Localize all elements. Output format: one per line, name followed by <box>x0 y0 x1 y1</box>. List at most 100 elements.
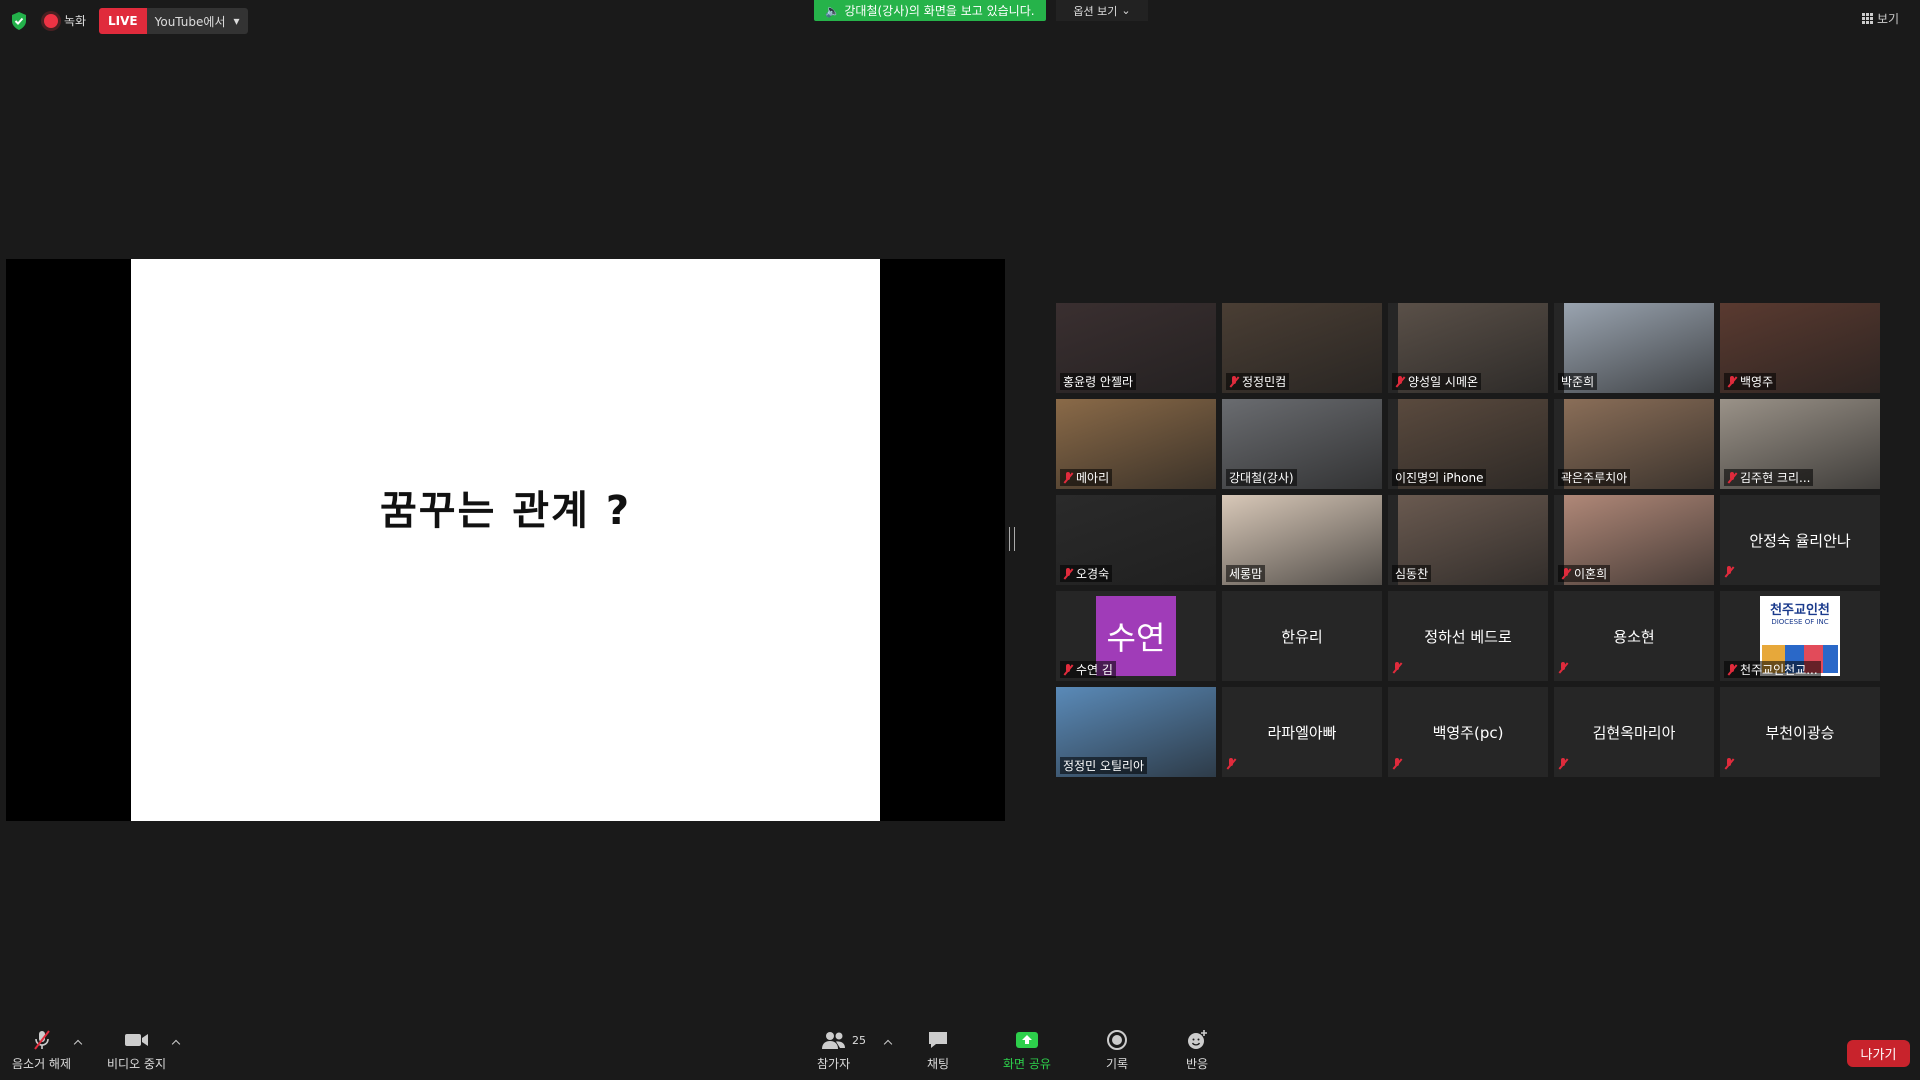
mute-status <box>1558 662 1568 678</box>
participant-tile[interactable]: 김주현 크리... <box>1720 399 1880 489</box>
participant-name: 김주현 크리... <box>1740 471 1811 485</box>
participant-tile[interactable]: 정정민 오틸리아 <box>1056 687 1216 777</box>
live-target-label: YouTube에서 <box>154 14 226 29</box>
audio-options-caret-icon[interactable] <box>74 1038 82 1046</box>
mic-muted-icon <box>1727 663 1737 676</box>
participant-tile[interactable]: 용소현 <box>1554 591 1714 681</box>
recording-indicator[interactable]: 녹화 <box>44 12 86 29</box>
participant-tile[interactable]: 홍윤령 안젤라 <box>1056 303 1216 393</box>
panel-resize-handle[interactable] <box>1009 527 1015 551</box>
record-button[interactable]: 기록 <box>1106 1028 1128 1072</box>
participant-name: 김현옥마리아 <box>1592 723 1676 742</box>
participants-button[interactable]: 참가자 <box>817 1028 850 1072</box>
participant-name-label: 메아리 <box>1060 469 1113 486</box>
leave-meeting-button[interactable]: 나가기 <box>1847 1040 1910 1067</box>
participant-tile[interactable]: 메아리 <box>1056 399 1216 489</box>
share-screen-button[interactable]: 화면 공유 <box>1003 1028 1051 1072</box>
participant-tile[interactable]: 박준희 <box>1554 303 1714 393</box>
participant-name: 안정숙 율리안나 <box>1749 531 1851 550</box>
participant-tile[interactable]: 김현옥마리아 <box>1554 687 1714 777</box>
participant-name: 천주교인천교... <box>1740 663 1818 677</box>
participant-tile[interactable]: 심동찬 <box>1388 495 1548 585</box>
participant-tile[interactable]: 양성일 시메온 <box>1388 303 1548 393</box>
share-screen-label: 화면 공유 <box>1003 1057 1051 1071</box>
mic-muted-icon <box>1392 758 1402 770</box>
participant-name: 정정민 오틸리아 <box>1063 759 1145 773</box>
participant-tile[interactable]: 오경숙 <box>1056 495 1216 585</box>
mic-muted-icon <box>1063 567 1073 580</box>
record-dot-icon <box>44 13 58 28</box>
participant-name: 한유리 <box>1281 627 1323 646</box>
live-badge: LIVE <box>99 8 147 34</box>
participant-name-label: 홍윤령 안젤라 <box>1060 373 1137 390</box>
unmute-label: 음소거 해제 <box>12 1057 72 1071</box>
participant-tile[interactable]: 정하선 베드로 <box>1388 591 1548 681</box>
participant-tile[interactable]: 이진명의 iPhone <box>1388 399 1548 489</box>
view-options-label: 옵션 보기 <box>1073 4 1118 18</box>
recording-label: 녹화 <box>64 14 87 28</box>
chat-button[interactable]: 채팅 <box>926 1028 950 1072</box>
mic-muted-icon <box>1561 567 1571 580</box>
participant-name: 박준희 <box>1561 375 1595 389</box>
video-camera-icon <box>124 1028 150 1052</box>
mic-muted-icon <box>1558 758 1568 770</box>
participant-tile[interactable]: 이혼희 <box>1554 495 1714 585</box>
view-layout-label: 보기 <box>1877 12 1900 26</box>
participant-tile[interactable]: 정정민컴 <box>1222 303 1382 393</box>
participant-name-label: 김주현 크리... <box>1724 469 1814 486</box>
mute-status <box>1392 662 1402 678</box>
participant-name-label: 세롱맘 <box>1226 565 1266 582</box>
view-options-button[interactable]: 옵션 보기 ⌄ <box>1056 0 1148 21</box>
participant-tile[interactable]: 한유리 <box>1222 591 1382 681</box>
view-layout-button[interactable]: 보기 <box>1862 10 1899 27</box>
participant-tile[interactable]: 부천이광승 <box>1720 687 1880 777</box>
participant-name: 라파엘아빠 <box>1267 723 1337 742</box>
unmute-button[interactable]: 음소거 해제 <box>12 1028 71 1072</box>
chat-bubble-icon <box>926 1028 950 1052</box>
live-target-dropdown[interactable]: YouTube에서 ▾ <box>146 8 248 34</box>
participant-name-label: 이진명의 iPhone <box>1392 469 1487 486</box>
logo-title: 천주교인천 <box>1770 603 1830 618</box>
emoji-reaction-icon <box>1185 1028 1209 1052</box>
gallery-grid-icon <box>1862 13 1873 24</box>
participant-name: 백영주 <box>1740 375 1774 389</box>
participant-name-label: 박준희 <box>1558 373 1598 390</box>
reactions-label: 반응 <box>1185 1057 1209 1071</box>
slide-title: 꿈꾸는 관계 ? <box>379 488 632 534</box>
video-options-caret-icon[interactable] <box>172 1038 180 1046</box>
participant-gallery: 홍윤령 안젤라 정정민컴 양성일 시메온 박준희 백영주메아리 강대철(강사) 이진명의 i… <box>1056 303 1881 777</box>
mic-muted-icon <box>30 1028 54 1052</box>
participant-tile[interactable]: 강대철(강사) <box>1222 399 1382 489</box>
participant-name-label: 정정민 오틸리아 <box>1060 757 1148 774</box>
stop-video-button[interactable]: 비디오 중지 <box>107 1028 166 1072</box>
mic-muted-icon <box>1724 758 1734 770</box>
mic-muted-icon <box>1727 471 1737 484</box>
viewing-banner-text: 강대철(강사)의 화면을 보고 있습니다. <box>844 4 1035 18</box>
participant-tile[interactable]: 수연 수연 김 <box>1056 591 1216 681</box>
mute-status <box>1724 566 1734 582</box>
participant-name-label: 정정민컴 <box>1226 373 1290 390</box>
participant-name: 오경숙 <box>1076 567 1110 581</box>
security-shield-icon[interactable] <box>10 11 28 31</box>
participant-tile[interactable]: 안정숙 율리안나 <box>1720 495 1880 585</box>
participant-tile[interactable]: 천주교인천 DIOCESE OF INC 천주교인천교... <box>1720 591 1880 681</box>
participant-name: 수연 김 <box>1076 663 1113 677</box>
participant-name: 정정민컴 <box>1242 375 1287 389</box>
mic-muted-icon <box>1395 375 1405 388</box>
participant-name-label: 곽은주루치아 <box>1558 469 1631 486</box>
participants-label: 참가자 <box>817 1057 851 1071</box>
mic-muted-icon <box>1392 662 1402 674</box>
participants-count: 25 <box>852 1034 866 1047</box>
participant-name: 이혼희 <box>1574 567 1608 581</box>
stop-video-label: 비디오 중지 <box>107 1057 167 1071</box>
live-stream-indicator[interactable]: LIVE YouTube에서 ▾ <box>99 8 248 34</box>
participant-tile[interactable]: 백영주 <box>1720 303 1880 393</box>
caret-down-icon: ▾ <box>233 14 240 28</box>
participant-tile[interactable]: 곽은주루치아 <box>1554 399 1714 489</box>
participant-tile[interactable]: 세롱맘 <box>1222 495 1382 585</box>
participants-options-caret-icon[interactable] <box>884 1038 892 1046</box>
participant-tile[interactable]: 라파엘아빠 <box>1222 687 1382 777</box>
reactions-button[interactable]: 반응 <box>1185 1028 1209 1072</box>
mute-status <box>1558 758 1568 774</box>
participant-tile[interactable]: 백영주(pc) <box>1388 687 1548 777</box>
